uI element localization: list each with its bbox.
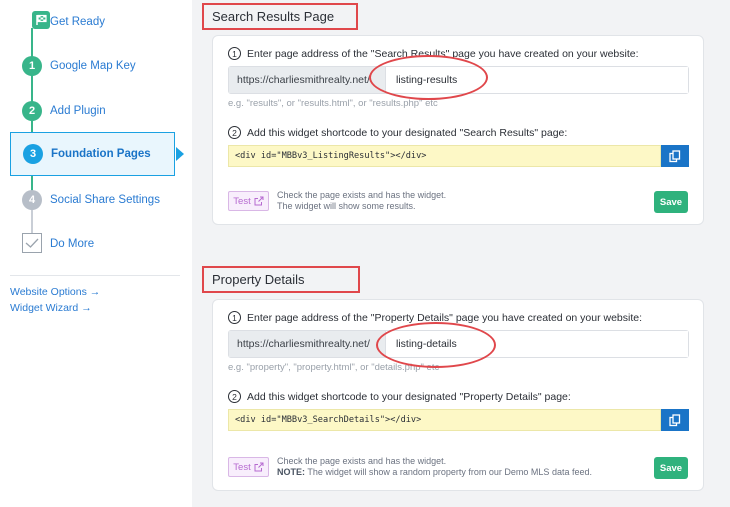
test-desc-line2: The widget will show a random property f… xyxy=(307,467,592,477)
search-results-card: 1 Enter page address of the "Search Resu… xyxy=(212,35,704,225)
test-label: Test xyxy=(233,195,251,207)
url-prefix: https://charliesmithrealty.net/ xyxy=(229,331,386,357)
test-button[interactable]: Test xyxy=(228,191,269,211)
link-label: Website Options xyxy=(10,286,87,298)
step-number-circle: 2 xyxy=(228,126,241,139)
step-number-circle: 1 xyxy=(228,311,241,324)
step-number-badge: 3 xyxy=(23,144,43,164)
test-desc-line2-wrap: NOTE: The widget will show a random prop… xyxy=(277,467,592,478)
step-label: Google Map Key xyxy=(50,60,136,72)
instruction-step-1: 1 Enter page address of the "Search Resu… xyxy=(228,47,639,60)
widget-wizard-link[interactable]: Widget Wizard → xyxy=(10,302,92,314)
page-address-field: https://charliesmithrealty.net/ xyxy=(228,66,689,94)
url-prefix: https://charliesmithrealty.net/ xyxy=(229,67,386,93)
test-button[interactable]: Test xyxy=(228,457,269,477)
note-label: NOTE: xyxy=(277,467,305,477)
instruction-text: Enter page address of the "Property Deta… xyxy=(247,311,643,324)
test-desc-line1: Check the page exists and has the widget… xyxy=(277,456,447,466)
sidebar-divider xyxy=(10,275,180,276)
step-number-badge: 2 xyxy=(22,101,42,121)
instruction-step-2: 2 Add this widget shortcode to your desi… xyxy=(228,390,571,403)
arrow-right-icon: → xyxy=(81,302,92,314)
save-button[interactable]: Save xyxy=(654,191,688,213)
instruction-step-2: 2 Add this widget shortcode to your desi… xyxy=(228,126,567,139)
test-desc-line1: Check the page exists and has the widget… xyxy=(277,190,447,200)
copy-icon xyxy=(669,149,681,162)
main-content: Search Results Page 1 Enter page address… xyxy=(192,0,730,507)
test-label: Test xyxy=(233,461,251,473)
flag-icon xyxy=(32,11,50,29)
step-number-badge: 1 xyxy=(22,56,42,76)
page-address-hint: e.g. "results", or "results.html", or "r… xyxy=(228,98,438,109)
step-foundation-pages[interactable]: 3 Foundation Pages xyxy=(10,132,184,176)
step-google-map-key[interactable]: 1 Google Map Key xyxy=(10,44,175,88)
section-heading: Search Results Page xyxy=(202,3,358,30)
step-number-badge: 4 xyxy=(22,190,42,210)
step-label: Social Share Settings xyxy=(50,194,160,206)
step-get-ready[interactable]: Get Ready xyxy=(10,0,175,44)
step-do-more[interactable]: Do More xyxy=(10,222,175,266)
step-social-share-settings[interactable]: 4 Social Share Settings xyxy=(10,178,175,222)
link-label: Widget Wizard xyxy=(10,302,79,314)
wizard-sidebar: Get Ready 1 Google Map Key 2 Add Plugin … xyxy=(0,0,192,507)
external-link-icon xyxy=(254,196,264,206)
test-description: Check the page exists and has the widget… xyxy=(277,190,446,212)
copy-button[interactable] xyxy=(661,409,689,431)
step-label: Get Ready xyxy=(50,16,105,28)
shortcode-box[interactable]: <div id="MBBv3_SearchDetails"></div> xyxy=(228,409,661,431)
copy-icon xyxy=(669,413,681,426)
external-link-icon xyxy=(254,462,264,472)
shortcode-row: <div id="MBBv3_ListingResults"></div> xyxy=(228,145,689,167)
shortcode-row: <div id="MBBv3_SearchDetails"></div> xyxy=(228,409,689,431)
test-desc-line2: The widget will show some results. xyxy=(277,201,416,211)
page-address-input[interactable] xyxy=(386,331,688,357)
page-address-input[interactable] xyxy=(386,67,688,93)
step-label: Add Plugin xyxy=(50,105,106,117)
step-label: Do More xyxy=(50,238,95,250)
instruction-text: Enter page address of the "Search Result… xyxy=(247,47,639,60)
arrow-right-icon: → xyxy=(89,286,101,298)
section-heading: Property Details xyxy=(202,266,360,293)
page-address-hint: e.g. "property", "property.html", or "de… xyxy=(228,362,440,373)
step-number-circle: 1 xyxy=(228,47,241,60)
website-options-link[interactable]: Website Options → xyxy=(10,286,100,298)
step-label: Foundation Pages xyxy=(51,148,151,160)
instruction-step-1: 1 Enter page address of the "Property De… xyxy=(228,311,642,324)
step-number-circle: 2 xyxy=(228,390,241,403)
test-description: Check the page exists and has the widget… xyxy=(277,456,592,478)
step-add-plugin[interactable]: 2 Add Plugin xyxy=(10,89,175,133)
copy-button[interactable] xyxy=(661,145,689,167)
page-address-field: https://charliesmithrealty.net/ xyxy=(228,330,689,358)
property-details-card: 1 Enter page address of the "Property De… xyxy=(212,299,704,491)
shortcode-box[interactable]: <div id="MBBv3_ListingResults"></div> xyxy=(228,145,661,167)
instruction-text: Add this widget shortcode to your design… xyxy=(247,390,571,403)
instruction-text: Add this widget shortcode to your design… xyxy=(247,126,568,139)
save-button[interactable]: Save xyxy=(654,457,688,479)
